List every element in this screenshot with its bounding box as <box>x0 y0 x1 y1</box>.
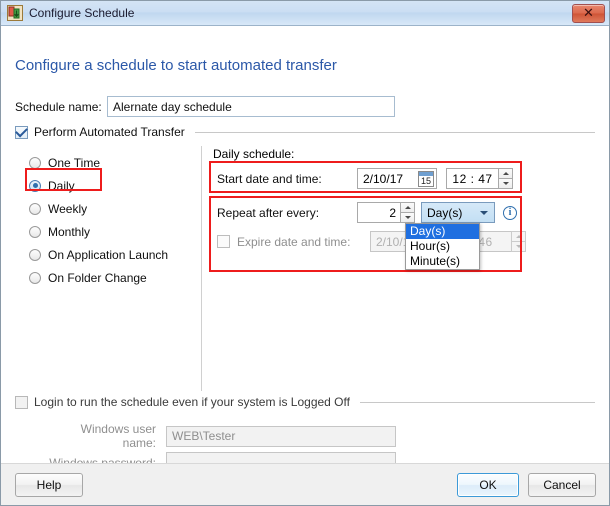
login-label: Login to run the schedule even if your s… <box>34 395 350 409</box>
chevron-up-icon <box>502 171 509 175</box>
close-icon: ✕ <box>583 5 594 21</box>
login-group-header: Login to run the schedule even if your s… <box>15 395 595 409</box>
calendar-icon[interactable]: 15 <box>418 171 434 187</box>
info-icon[interactable]: i <box>503 205 517 220</box>
start-time-input[interactable]: 12 : 47 <box>446 168 498 189</box>
radio-indicator <box>29 271 41 284</box>
radio-label: Weekly <box>48 201 88 216</box>
calendar-icon-day: 15 <box>420 176 431 186</box>
radio-label: One Time <box>48 155 101 170</box>
schedule-name-row: Schedule name: <box>15 96 395 117</box>
radio-one-time[interactable]: One Time <box>29 151 194 174</box>
window-title: Configure Schedule <box>29 6 135 20</box>
start-date-time-row: Start date and time: 2/10/17 15 12 : 47 <box>217 168 513 189</box>
schedule-app-icon <box>7 5 23 21</box>
group-divider <box>194 131 595 133</box>
start-date-input[interactable]: 2/10/17 15 <box>357 168 437 189</box>
column-divider <box>201 146 202 391</box>
radio-on-application-launch[interactable]: On Application Launch <box>29 243 194 266</box>
group-divider <box>359 401 595 403</box>
perform-transfer-checkbox[interactable] <box>15 125 28 139</box>
repeat-spinner-down[interactable] <box>400 212 415 223</box>
dialog-footer: Help OK Cancel <box>1 463 609 505</box>
chevron-up-icon <box>404 205 411 209</box>
perform-transfer-group-header: Perform Automated Transfer <box>15 125 595 139</box>
radio-label: On Folder Change <box>48 270 147 285</box>
daily-schedule-title: Daily schedule: <box>213 147 295 161</box>
windows-username-row: Windows user name: WEB\Tester <box>49 422 396 450</box>
repeat-value-input[interactable]: 2 <box>357 202 400 223</box>
expire-checkbox[interactable] <box>217 235 230 248</box>
schedule-name-input[interactable] <box>107 96 395 117</box>
help-button[interactable]: Help <box>15 473 83 497</box>
radio-indicator <box>29 225 41 238</box>
dropdown-option-minutes[interactable]: Minute(s) <box>406 254 479 269</box>
start-date-value: 2/10/17 <box>363 171 404 186</box>
dropdown-option-days[interactable]: Day(s) <box>406 224 479 239</box>
schedule-name-label: Schedule name: <box>15 99 102 114</box>
windows-username-label: Windows user name: <box>80 422 156 450</box>
radio-label: Monthly <box>48 224 91 239</box>
radio-indicator <box>29 202 41 215</box>
start-time-spinner-down[interactable] <box>498 178 513 189</box>
radio-weekly[interactable]: Weekly <box>29 197 194 220</box>
cancel-button[interactable]: Cancel <box>528 473 596 497</box>
start-date-time-label: Start date and time: <box>217 171 322 186</box>
repeat-label: Repeat after every: <box>217 205 320 220</box>
chevron-down-icon <box>502 181 509 185</box>
radio-label: On Application Launch <box>48 247 169 262</box>
expire-label: Expire date and time: <box>237 234 351 249</box>
login-checkbox[interactable] <box>15 395 28 409</box>
repeat-row: Repeat after every: 2 Day(s) i <box>217 202 517 223</box>
radio-indicator-selected <box>29 179 41 192</box>
repeat-value-spinner[interactable] <box>400 202 415 223</box>
ok-button[interactable]: OK <box>457 473 519 497</box>
start-time-spinner-up[interactable] <box>498 168 513 179</box>
windows-username-input: WEB\Tester <box>166 425 396 447</box>
start-time-spinner[interactable] <box>498 168 513 189</box>
radio-monthly[interactable]: Monthly <box>29 220 194 243</box>
radio-label: Daily <box>48 178 75 193</box>
radio-daily[interactable]: Daily <box>29 174 194 197</box>
repeat-spinner-up[interactable] <box>400 202 415 213</box>
page-title: Configure a schedule to start automated … <box>15 57 337 74</box>
close-button[interactable]: ✕ <box>572 3 605 23</box>
radio-indicator <box>29 248 41 261</box>
expire-spinner-up <box>511 231 526 242</box>
chevron-down-icon <box>404 215 411 219</box>
configure-schedule-dialog: Configure Schedule ✕ Configure a schedul… <box>0 0 610 506</box>
expire-spinner-down <box>511 241 526 252</box>
expire-time-spinner <box>511 231 526 252</box>
perform-transfer-label: Perform Automated Transfer <box>34 125 185 139</box>
dropdown-option-hours[interactable]: Hour(s) <box>406 239 479 254</box>
repeat-unit-selected-value: Day(s) <box>427 205 463 220</box>
chevron-up-icon <box>515 234 522 238</box>
repeat-unit-dropdown-list[interactable]: Day(s) Hour(s) Minute(s) <box>405 223 480 270</box>
dialog-body: Configure a schedule to start automated … <box>1 26 609 505</box>
chevron-down-icon <box>480 210 488 215</box>
radio-indicator <box>29 156 41 169</box>
repeat-unit-combobox[interactable]: Day(s) <box>421 202 495 223</box>
radio-on-folder-change[interactable]: On Folder Change <box>29 266 194 289</box>
title-bar: Configure Schedule ✕ <box>1 1 609 26</box>
chevron-down-icon <box>515 244 522 248</box>
frequency-radio-group: One Time Daily Weekly Monthly On Applica… <box>29 151 194 289</box>
